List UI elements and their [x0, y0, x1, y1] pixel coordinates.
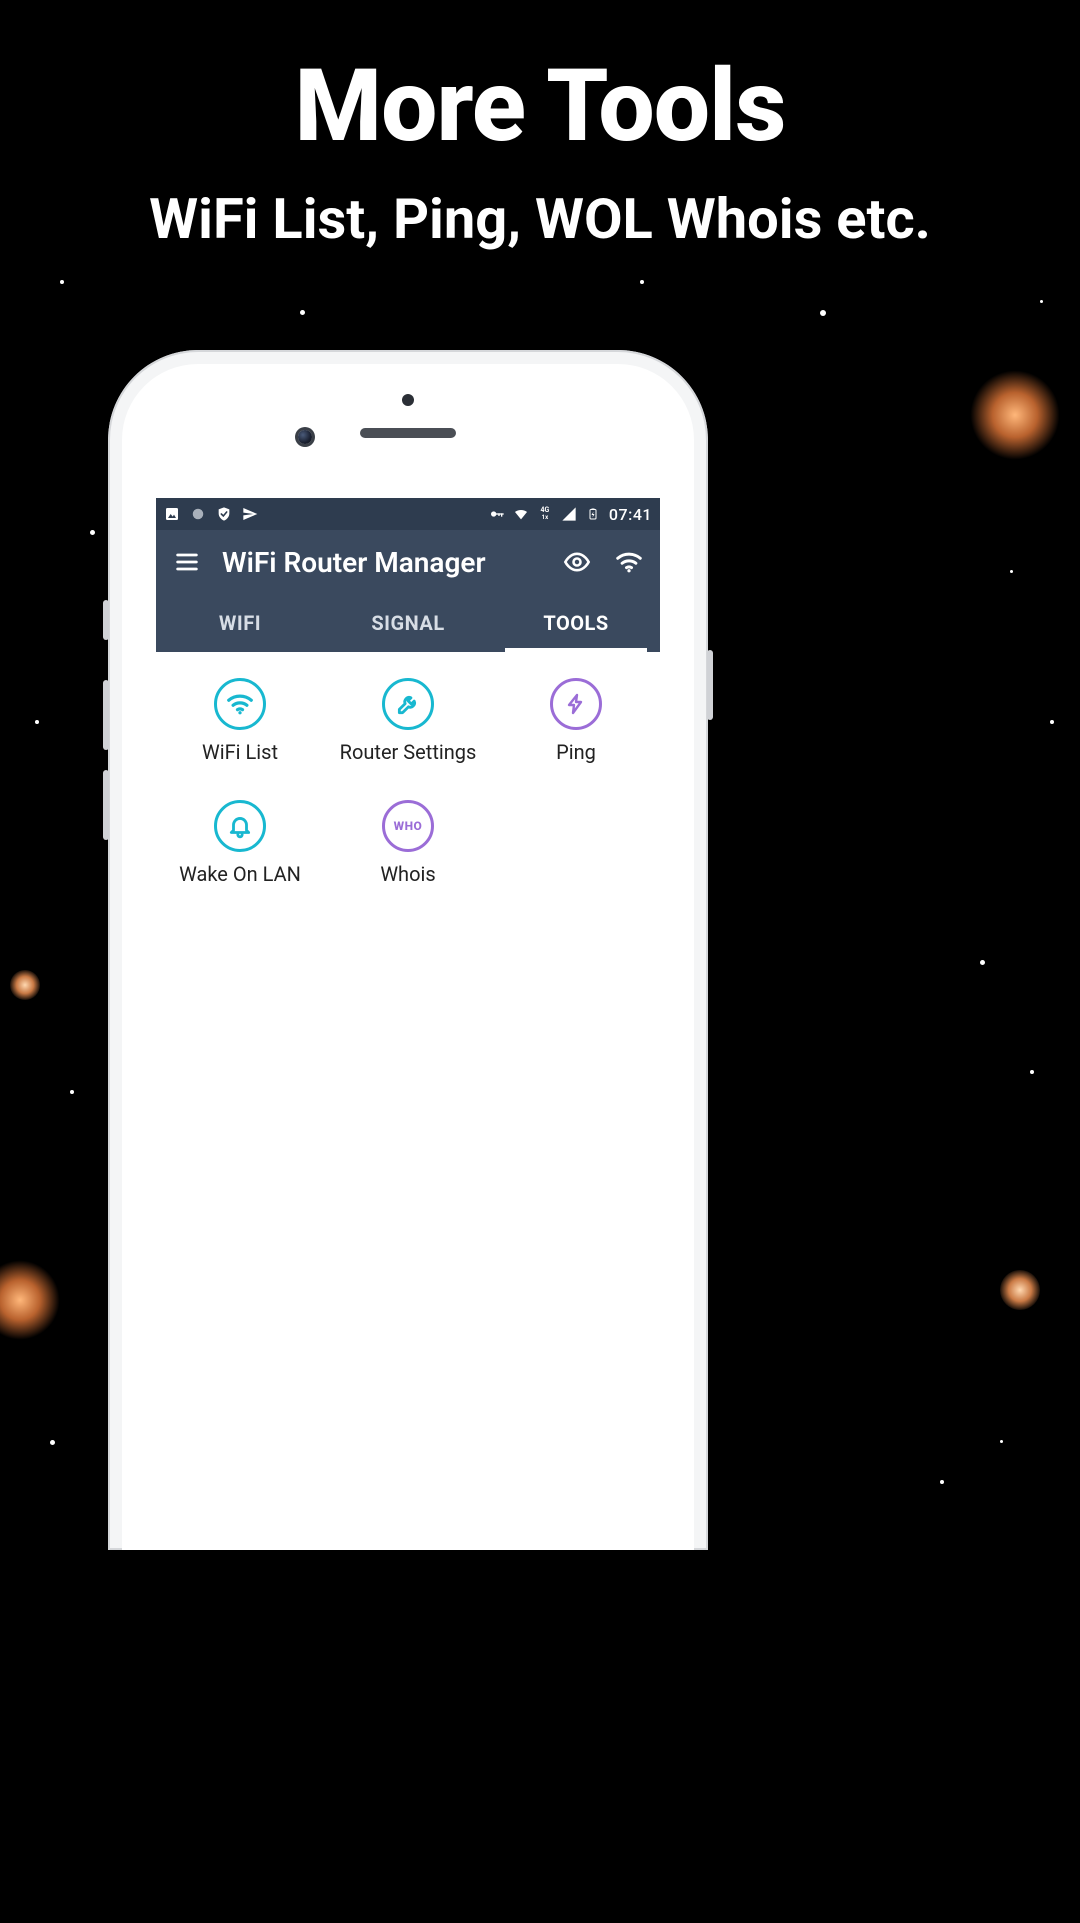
star — [1000, 1440, 1003, 1443]
tool-router-settings[interactable]: Router Settings — [324, 678, 492, 764]
star — [70, 1090, 74, 1094]
phone-mute-switch — [103, 600, 109, 640]
tool-label: Wake On LAN — [179, 862, 301, 886]
star — [90, 530, 95, 535]
star — [1040, 300, 1043, 303]
tab-tools[interactable]: TOOLS — [492, 594, 660, 652]
mobile-data-label: 4G — [541, 507, 550, 514]
phone-sensor — [402, 394, 414, 406]
star-glow — [970, 370, 1060, 460]
star — [1010, 570, 1013, 573]
tool-ping[interactable]: Ping — [492, 678, 660, 764]
star — [300, 310, 305, 315]
star — [50, 1440, 55, 1445]
tool-label: Ping — [556, 740, 596, 764]
eye-icon-button[interactable] — [560, 545, 594, 579]
tool-wake-on-lan[interactable]: Wake On LAN — [156, 800, 324, 886]
wrench-icon — [382, 678, 434, 730]
tools-grid: WiFi List Router Settings Ping — [156, 652, 660, 886]
tab-signal[interactable]: SIGNAL — [324, 594, 492, 652]
tab-label: TOOLS — [543, 611, 608, 635]
star-glow — [10, 970, 40, 1000]
phone-bezel: 4G 1x 07:41 WiFi Router Manag — [122, 364, 694, 1550]
tab-wifi[interactable]: WIFI — [156, 594, 324, 652]
tool-whois[interactable]: WHO Whois — [324, 800, 492, 886]
phone-power-button — [707, 650, 713, 720]
menu-button[interactable] — [170, 545, 204, 579]
tool-label: WiFi List — [202, 740, 278, 764]
wifi-icon — [214, 678, 266, 730]
star-glow — [1000, 1270, 1040, 1310]
star — [820, 310, 826, 316]
app-title: WiFi Router Manager — [222, 546, 486, 579]
shield-check-icon — [216, 506, 232, 522]
mobile-data-icon: 4G 1x — [537, 506, 553, 522]
phone-top — [122, 364, 694, 498]
vpn-key-icon — [489, 506, 505, 522]
phone-frame: 4G 1x 07:41 WiFi Router Manag — [108, 350, 708, 1550]
star — [980, 960, 985, 965]
phone-screen: 4G 1x 07:41 WiFi Router Manag — [156, 498, 660, 1550]
circle-icon — [190, 506, 206, 522]
promo-title: More Tools — [0, 48, 1080, 165]
star — [1050, 720, 1054, 724]
bell-icon — [214, 800, 266, 852]
star — [60, 280, 64, 284]
image-icon — [164, 506, 180, 522]
star — [1030, 1070, 1034, 1074]
tab-label: SIGNAL — [371, 611, 444, 635]
who-icon: WHO — [382, 800, 434, 852]
phone-camera — [298, 430, 312, 444]
phone-volume-down — [103, 770, 109, 840]
battery-charging-icon — [585, 506, 601, 522]
phone-speaker — [360, 428, 456, 438]
tool-label: Whois — [380, 862, 435, 886]
bolt-icon — [550, 678, 602, 730]
star — [35, 720, 39, 724]
phone-volume-up — [103, 680, 109, 750]
wifi-icon — [513, 506, 529, 522]
tool-wifi-list[interactable]: WiFi List — [156, 678, 324, 764]
tab-label: WIFI — [219, 611, 261, 635]
send-icon — [242, 506, 258, 522]
signal-icon — [561, 506, 577, 522]
who-icon-text: WHO — [394, 819, 423, 833]
wifi-icon-button[interactable] — [612, 545, 646, 579]
status-time: 07:41 — [609, 505, 652, 524]
star — [640, 280, 644, 284]
app-bar: WiFi Router Manager — [156, 530, 660, 594]
status-bar: 4G 1x 07:41 — [156, 498, 660, 530]
tool-label: Router Settings — [340, 740, 477, 764]
tab-bar: WIFI SIGNAL TOOLS — [156, 594, 660, 652]
star-glow — [0, 1260, 60, 1340]
promo-subtitle: WiFi List, Ping, WOL Whois etc. — [0, 186, 1080, 252]
star — [940, 1480, 944, 1484]
